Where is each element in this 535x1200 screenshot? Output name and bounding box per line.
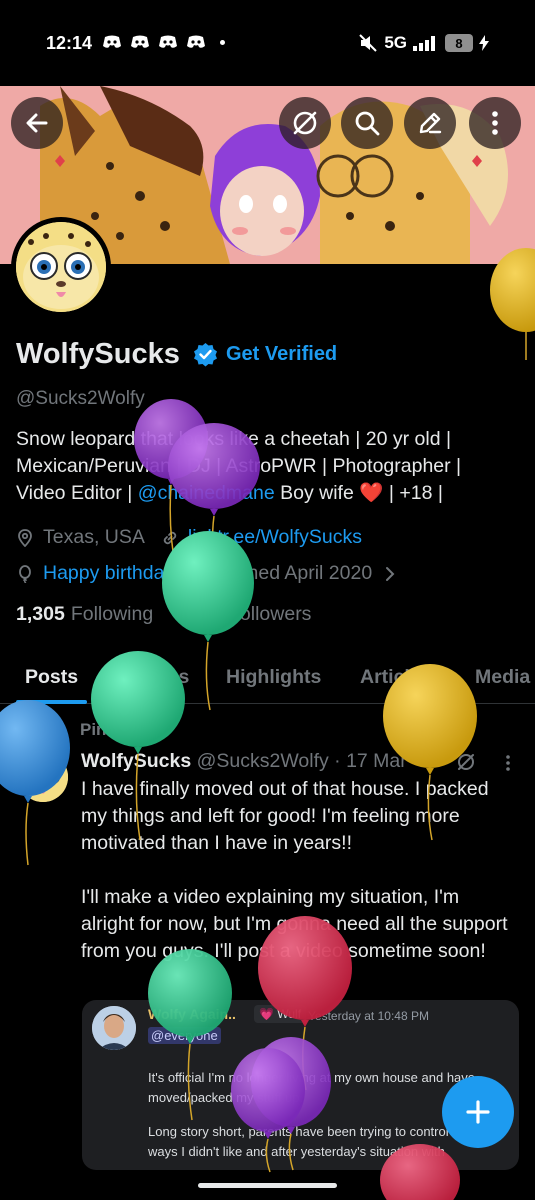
charging-icon: [479, 35, 489, 51]
active-tab-indicator: [16, 700, 87, 704]
more-notifications-dot: [220, 39, 225, 45]
profile-meta-row-1: Texas, USA linktr.ee/WolfySucks: [16, 526, 362, 549]
post-author-avatar[interactable]: [18, 752, 68, 802]
followers-label[interactable]: Followers: [228, 603, 311, 626]
battery-indicator: 8: [445, 34, 473, 52]
post-header: WolfySucks @Sucks2Wolfy · 17 Mar: [81, 750, 407, 773]
edit-button[interactable]: [404, 97, 456, 149]
profile-handle: @Sucks2Wolfy: [16, 388, 145, 409]
network-label: 5G: [384, 33, 407, 52]
balloon-icon: [19, 564, 31, 583]
tab-replies[interactable]: Replies: [120, 666, 189, 689]
more-vertical-icon: [492, 111, 498, 135]
location-pin-icon: [18, 528, 32, 547]
follow-stats: 1,305 Following 4,091 Followers: [16, 603, 311, 626]
tab-articles[interactable]: Articles: [360, 666, 432, 689]
profile-bio: Snow leopard that looks like a cheetah |…: [16, 426, 516, 507]
followers-count[interactable]: 4,091: [173, 603, 222, 626]
more-vertical-icon[interactable]: [505, 754, 511, 772]
pinned-label: Pinned: [80, 720, 137, 739]
post-text: I have finally moved out of that house. …: [81, 778, 508, 962]
search-button[interactable]: [341, 97, 393, 149]
status-bar: 12:14 5G 8: [0, 0, 535, 86]
get-verified-link[interactable]: Get Verified: [226, 343, 337, 366]
discord-icon: [187, 35, 205, 48]
profile-avatar[interactable]: [11, 217, 111, 317]
following-count[interactable]: 1,305: [16, 603, 65, 626]
embed-avatar: [92, 1006, 136, 1050]
verified-badge-icon[interactable]: [193, 342, 218, 367]
tab-media[interactable]: Media: [475, 666, 530, 689]
home-indicator[interactable]: [198, 1183, 337, 1188]
tab-highlights[interactable]: Highlights: [226, 666, 321, 689]
search-icon: [355, 111, 380, 136]
pencil-icon: [419, 112, 442, 134]
display-name: WolfySucks: [16, 338, 180, 370]
following-label[interactable]: Following: [71, 603, 153, 626]
embed-mention: @everyone: [148, 1027, 221, 1044]
embed-timestamp: Yesterday at 10:48 PM: [308, 1009, 429, 1023]
avatar-image: [16, 222, 106, 312]
bio-text-end: Boy wife ❤️ | +18 |: [274, 482, 443, 504]
profile-meta-row-2: Happy birthday! Joined April 2020: [16, 562, 396, 585]
mute-icon: [359, 34, 378, 52]
location-text: Texas, USA: [43, 526, 145, 548]
link-icon: [163, 531, 177, 544]
back-button[interactable]: [11, 97, 63, 149]
birthday-link[interactable]: Happy birthday!: [43, 562, 180, 585]
more-button[interactable]: [469, 97, 521, 149]
signal-icon: [413, 36, 435, 51]
calendar-icon: [196, 566, 213, 582]
cheetah-avatar-art: [18, 752, 68, 802]
embed-author-name: Wolfy Again..: [148, 1006, 236, 1022]
discord-icon: [103, 35, 121, 48]
notification-icons: [102, 35, 225, 49]
tab-posts[interactable]: Posts: [25, 666, 78, 689]
status-time: 12:14: [46, 33, 93, 53]
cheetah-avatar-art: [16, 222, 106, 312]
website-link[interactable]: linktr.ee/WolfySucks: [188, 526, 362, 549]
profile-tabs: Posts Replies Highlights Articles Media: [0, 652, 535, 704]
balloon-yellow-icon: [490, 248, 535, 360]
joined-text: Joined April 2020: [222, 562, 373, 584]
compose-post-button[interactable]: [442, 1076, 514, 1148]
arrow-left-icon: [26, 113, 48, 133]
post-author-name[interactable]: WolfySucks: [81, 750, 191, 772]
status-right: 5G 8: [358, 33, 489, 53]
embed-badge: 💗 Wulf: [254, 1005, 307, 1023]
pin-icon: [53, 723, 65, 738]
plus-icon: [466, 1100, 490, 1124]
grok-icon: [293, 111, 317, 135]
grok-button[interactable]: [279, 97, 331, 149]
bio-mention-link[interactable]: @chainedmane: [138, 482, 275, 504]
chevron-right-icon[interactable]: [384, 566, 396, 582]
person-avatar-art: [92, 1006, 136, 1050]
discord-icon: [131, 35, 149, 48]
grok-icon[interactable]: [456, 752, 476, 772]
post-handle-date: @Sucks2Wolfy · 17 Mar: [196, 750, 407, 772]
discord-icon: [159, 35, 177, 48]
